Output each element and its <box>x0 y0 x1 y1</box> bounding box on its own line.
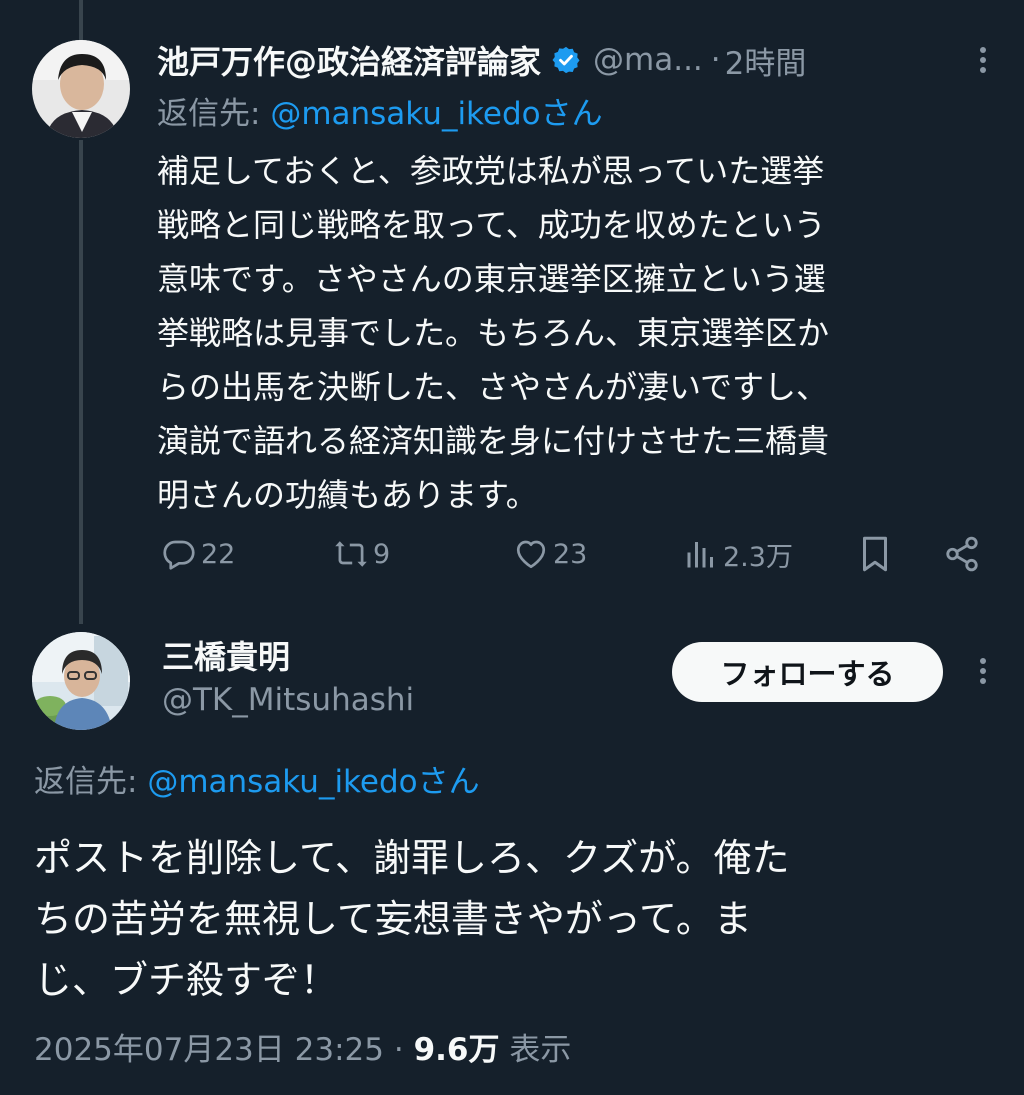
body-line: ちの苦労を無視して妄想書きやがって。ま <box>34 897 752 941</box>
reply-to-line: 返信先: @mansaku_ikedoさん <box>157 88 603 133</box>
body-line: 明さんの功績もあります。 <box>157 476 538 514</box>
reply-to-label: 返信先: <box>34 764 138 800</box>
tweet2-meta: 2025年07月23日 23:25 · 9.6万 表示 <box>34 1024 571 1069</box>
body-line: じ、ブチ殺すぞ！ <box>34 958 339 1002</box>
follow-button[interactable]: フォローする <box>672 642 943 702</box>
reply-icon <box>163 540 195 570</box>
heart-icon <box>516 540 546 569</box>
body-line: 意味です。さやさんの東京選挙区擁立という選 <box>157 260 826 298</box>
tweet1-header: 池戸万作@政治経済評論家 @ma... · 2時間 <box>157 34 806 86</box>
verified-badge-icon <box>551 45 581 75</box>
reply-mention-link[interactable]: @mansaku_ikedoさん <box>270 96 602 132</box>
repost-icon <box>335 541 367 567</box>
like-count: 23 <box>553 538 588 570</box>
repost-count: 9 <box>373 538 391 570</box>
body-line: 挙戦略は見事でした。もちろん、東京選挙区か <box>157 314 830 352</box>
reply-mention-link[interactable]: @mansaku_ikedoさん <box>147 764 479 800</box>
views-button[interactable]: 2.3万 <box>683 530 793 578</box>
reply-button[interactable]: 22 <box>161 530 235 578</box>
bookmark-button[interactable] <box>857 530 893 578</box>
views-label: 表示 <box>509 1032 572 1068</box>
views-count: 2.3万 <box>723 541 793 573</box>
tweet1-actions: 22 9 23 2.3万 <box>157 530 987 578</box>
more-options-icon[interactable] <box>968 651 998 691</box>
body-line: ポストを削除して、謝罪しろ、クズが。俺た <box>34 836 790 880</box>
reply-count: 22 <box>201 538 236 570</box>
views-count: 9.6万 <box>413 1032 500 1068</box>
body-line: 戦略と同じ戦略を取って、成功を収めたという <box>157 206 826 244</box>
post-time[interactable]: 2時間 <box>725 38 807 83</box>
thread-line <box>79 140 83 624</box>
share-icon <box>946 536 978 572</box>
share-button[interactable] <box>943 530 981 578</box>
tweet1-body: 補足しておくと、参政党は私が思っていた選挙 戦略と同じ戦略を取って、成功を収めた… <box>157 144 997 522</box>
reply-to-label: 返信先: <box>157 96 261 132</box>
author-handle[interactable]: @ma... <box>593 42 703 78</box>
author-handle[interactable]: @TK_Mitsuhashi <box>162 682 414 718</box>
thread-line-top <box>79 0 83 40</box>
post-timestamp[interactable]: 2025年07月23日 23:25 <box>34 1032 384 1068</box>
like-button[interactable]: 23 <box>513 530 587 578</box>
author-name[interactable]: 池戸万作@政治経済評論家 <box>157 37 541 83</box>
tweet2-body: ポストを削除して、謝罪しろ、クズが。俺た ちの苦労を無視して妄想書きやがって。ま… <box>34 828 994 1011</box>
body-line: 補足しておくと、参政党は私が思っていた選挙 <box>157 152 825 190</box>
separator-dot: · <box>393 1032 404 1068</box>
more-options-icon[interactable] <box>968 40 998 80</box>
repost-button[interactable]: 9 <box>333 530 390 578</box>
avatar-ikedo[interactable] <box>32 40 130 138</box>
reply-to-line: 返信先: @mansaku_ikedoさん <box>34 756 480 801</box>
avatar-mitsuhashi[interactable] <box>32 632 130 730</box>
author-name[interactable]: 三橋貴明 <box>162 632 290 678</box>
bookmark-icon <box>863 536 887 572</box>
separator-dot: · <box>710 42 721 78</box>
body-line: 演説で語れる経済知識を身に付けさせた三橋貴 <box>157 422 830 460</box>
views-chart-icon <box>687 542 713 568</box>
body-line: らの出馬を決断した、さやさんが凄いですし、 <box>157 368 829 406</box>
